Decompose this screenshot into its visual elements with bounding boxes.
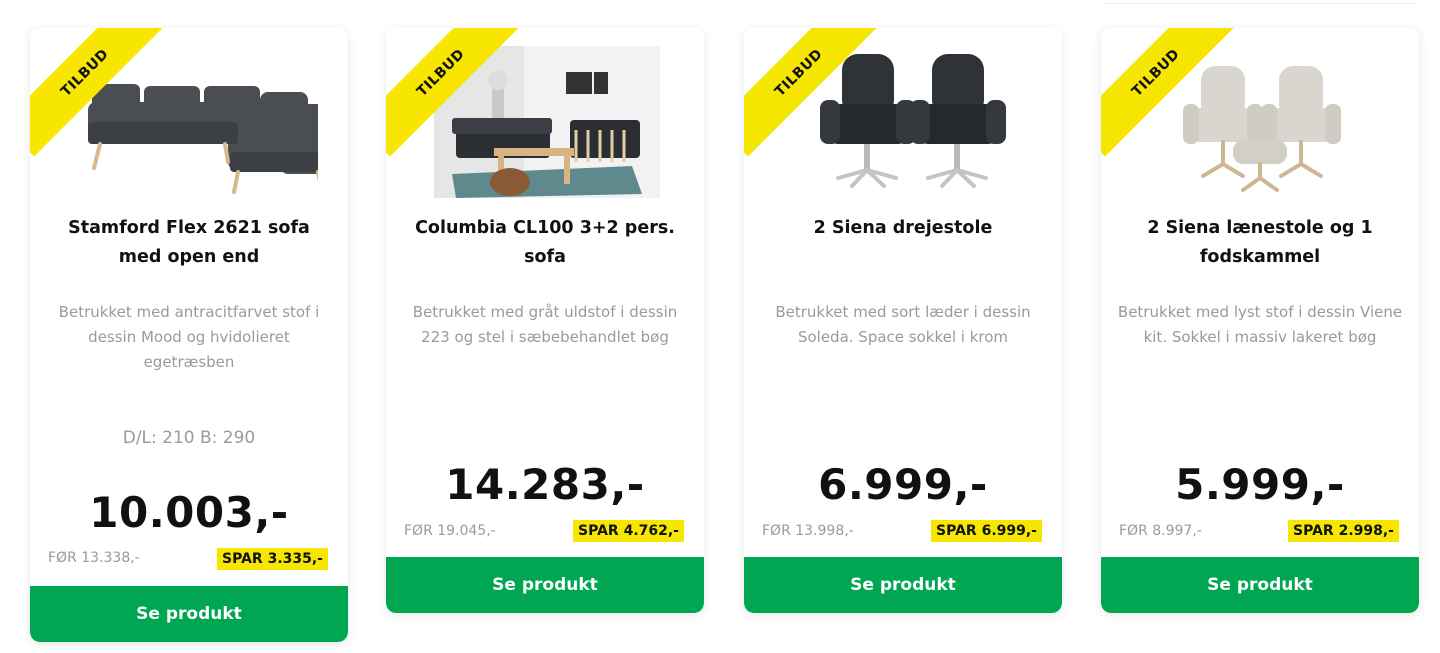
before-price: FØR 8.997,-	[1119, 523, 1202, 539]
before-price: FØR 19.045,-	[404, 523, 496, 539]
product-description: Betrukket med antracitfarvet stof i dess…	[58, 303, 320, 371]
product-title[interactable]: 2 Siena drejestole	[764, 214, 1042, 243]
savings-badge: SPAR 6.999,-	[931, 520, 1042, 542]
product-grid: TILBUD Stamford Flex 2621 sofa med open …	[0, 0, 1440, 653]
offer-badge: TILBUD	[386, 28, 526, 168]
product-title[interactable]: Columbia CL100 3+2 pers. sofa	[406, 214, 684, 272]
offer-badge-label: TILBUD	[386, 28, 525, 157]
product-title[interactable]: Stamford Flex 2621 sofa med open end	[50, 214, 328, 272]
offer-badge: TILBUD	[744, 28, 884, 168]
savings-badge: SPAR 2.998,-	[1288, 520, 1399, 542]
product-card[interactable]: TILBUD	[1101, 28, 1419, 613]
offer-badge-label: TILBUD	[744, 28, 883, 157]
product-card[interactable]: TILBUD	[30, 28, 348, 642]
product-description: Betrukket med sort læder i dessin Soleda…	[775, 303, 1031, 346]
offer-badge: TILBUD	[1101, 28, 1241, 168]
see-product-button[interactable]: Se produkt	[386, 557, 704, 613]
offer-badge: TILBUD	[30, 28, 170, 168]
see-product-button[interactable]: Se produkt	[1101, 557, 1419, 613]
savings-badge: SPAR 3.335,-	[217, 548, 328, 570]
savings-badge: SPAR 4.762,-	[573, 520, 684, 542]
offer-badge-label: TILBUD	[1101, 28, 1240, 157]
before-price: FØR 13.338,-	[48, 550, 140, 566]
product-card[interactable]: TILBUD	[386, 28, 704, 613]
product-description: Betrukket med gråt uldstof i dessin 223 …	[412, 303, 678, 346]
product-title[interactable]: 2 Siena lænestole og 1 fodskammel	[1121, 214, 1399, 272]
see-product-button[interactable]: Se produkt	[30, 586, 348, 642]
offer-badge-label: TILBUD	[30, 28, 169, 157]
top-divider	[1102, 0, 1418, 4]
see-product-button[interactable]: Se produkt	[744, 557, 1062, 613]
product-description: Betrukket med lyst stof i dessin Viene k…	[1117, 303, 1403, 346]
product-dimensions: D/L: 210 B: 290	[122, 428, 256, 448]
product-price: 5.999,-	[1175, 460, 1345, 509]
before-price: FØR 13.998,-	[762, 523, 854, 539]
product-price: 6.999,-	[818, 460, 988, 509]
product-card[interactable]: TILBUD	[744, 28, 1062, 613]
product-price: 10.003,-	[89, 488, 289, 537]
product-price: 14.283,-	[445, 460, 645, 509]
